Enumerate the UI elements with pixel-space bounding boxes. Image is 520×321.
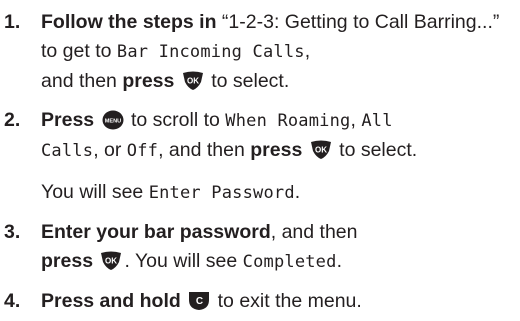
- screen-text-calls: Calls: [41, 141, 94, 161]
- step-emphasis: press: [41, 250, 94, 272]
- step-text: . You will see: [124, 250, 243, 272]
- screen-text-when-roaming: When Roaming: [225, 111, 351, 131]
- step-text: , or: [93, 139, 127, 161]
- svg-text:OK: OK: [105, 257, 117, 266]
- step-number: 4.: [4, 290, 21, 312]
- step-text: ,: [350, 109, 362, 131]
- instruction-page: 1. Follow the steps in “1-2-3: Getting t…: [0, 0, 520, 321]
- step-body: Follow the steps in “1-2-3: Getting to C…: [41, 8, 520, 96]
- step-text: to exit the menu.: [212, 290, 362, 312]
- step-text: , and then: [158, 139, 251, 161]
- step-emphasis: Follow the steps in: [41, 11, 217, 33]
- screen-text-all: All: [361, 111, 393, 131]
- step-body: Press and hold C to exit the menu.: [41, 287, 520, 316]
- note-text: You will see: [41, 181, 149, 203]
- step-4: 4. Press and hold C to exit the menu.: [0, 287, 520, 316]
- step-emphasis: Press and hold: [41, 290, 181, 312]
- step-text: .: [336, 250, 342, 272]
- step-body: Enter your bar password, and then press …: [41, 218, 520, 277]
- step-body: Press MENU to scroll to When Roaming, Al…: [41, 106, 520, 166]
- step-3: 3. Enter your bar password, and then pre…: [0, 218, 520, 277]
- clear-key-icon: C: [188, 291, 210, 311]
- step-text: and then: [41, 70, 123, 92]
- step-text: , and then: [270, 221, 358, 243]
- step-number: 1.: [4, 11, 21, 33]
- svg-text:OK: OK: [187, 77, 199, 86]
- step-number: 2.: [4, 109, 21, 131]
- step-1: 1. Follow the steps in “1-2-3: Getting t…: [0, 8, 520, 96]
- screen-text-enter-password: Enter Password: [148, 183, 295, 203]
- screen-text-bar-incoming-calls: Bar Incoming Calls: [116, 42, 305, 62]
- ok-key-icon: OK: [310, 140, 332, 160]
- step-2: 2. Press MENU to scroll to When Roaming,…: [0, 106, 520, 166]
- step-text: to scroll to: [125, 109, 226, 131]
- screen-text-off: Off: [126, 141, 159, 161]
- note-text: .: [294, 181, 301, 203]
- step-emphasis: press: [250, 139, 303, 161]
- step-text: to select.: [205, 70, 290, 92]
- screen-text-completed: Completed: [242, 252, 337, 272]
- ok-key-icon: OK: [100, 251, 122, 271]
- svg-text:OK: OK: [315, 146, 327, 155]
- menu-key-icon: MENU: [102, 110, 124, 130]
- step-emphasis: Enter your bar password: [41, 221, 271, 243]
- step-text: ,: [304, 40, 311, 62]
- step-number: 3.: [4, 221, 21, 243]
- step-emphasis: press: [122, 70, 175, 92]
- svg-text:MENU: MENU: [104, 118, 120, 124]
- step-2-note: You will see Enter Password.: [41, 178, 300, 208]
- step-text: to select.: [333, 139, 418, 161]
- step-emphasis: Press: [41, 109, 95, 131]
- svg-text:C: C: [196, 296, 203, 307]
- ok-key-icon: OK: [182, 71, 204, 91]
